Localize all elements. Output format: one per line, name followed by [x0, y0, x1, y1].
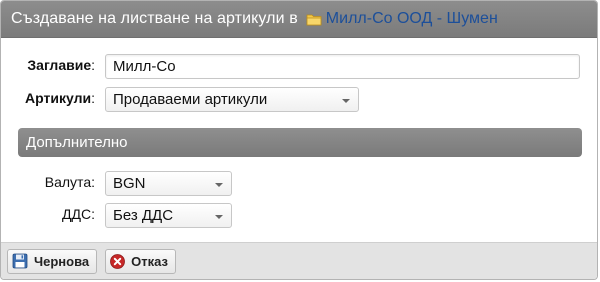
section-title: Допълнително	[26, 134, 128, 151]
draft-button-label: Чернова	[34, 253, 90, 269]
currency-label: Валута:	[44, 174, 95, 190]
dialog-title-bar: Създаване на листване на артикули в Милл…	[1, 1, 597, 38]
additional-section-header[interactable]: Допълнително	[18, 128, 582, 157]
chevron-down-icon	[215, 215, 223, 219]
articles-select[interactable]: Продаваеми артикули	[105, 87, 359, 112]
dialog-footer: Чернова Отказ	[1, 242, 597, 279]
draft-button[interactable]: Чернова	[7, 248, 98, 274]
chevron-down-icon	[215, 183, 223, 187]
cancel-icon	[110, 253, 126, 269]
title-input[interactable]	[105, 54, 580, 79]
cancel-button[interactable]: Отказ	[105, 248, 176, 274]
cancel-button-label: Отказ	[131, 253, 168, 269]
folder-icon	[306, 13, 322, 26]
currency-select-value: BGN	[113, 175, 146, 192]
vat-label: ДДС:	[62, 206, 95, 222]
vat-select-value: Без ДДС	[113, 207, 174, 224]
title-label: Заглавие:	[27, 57, 95, 73]
create-listing-dialog: Създаване на листване на артикули в Милл…	[0, 0, 598, 280]
save-icon	[12, 253, 28, 269]
dialog-title: Създаване на листване на артикули в	[11, 10, 298, 27]
currency-select[interactable]: BGN	[105, 171, 232, 196]
company-folder-link[interactable]: Милл-Со ООД - Шумен	[326, 10, 498, 28]
vat-select[interactable]: Без ДДС	[105, 203, 232, 228]
articles-select-value: Продаваеми артикули	[113, 91, 268, 108]
articles-label: Артикули:	[25, 90, 95, 106]
chevron-down-icon	[342, 99, 350, 103]
listing-form: Заглавие: Артикули: Продаваеми артикули …	[1, 38, 597, 244]
